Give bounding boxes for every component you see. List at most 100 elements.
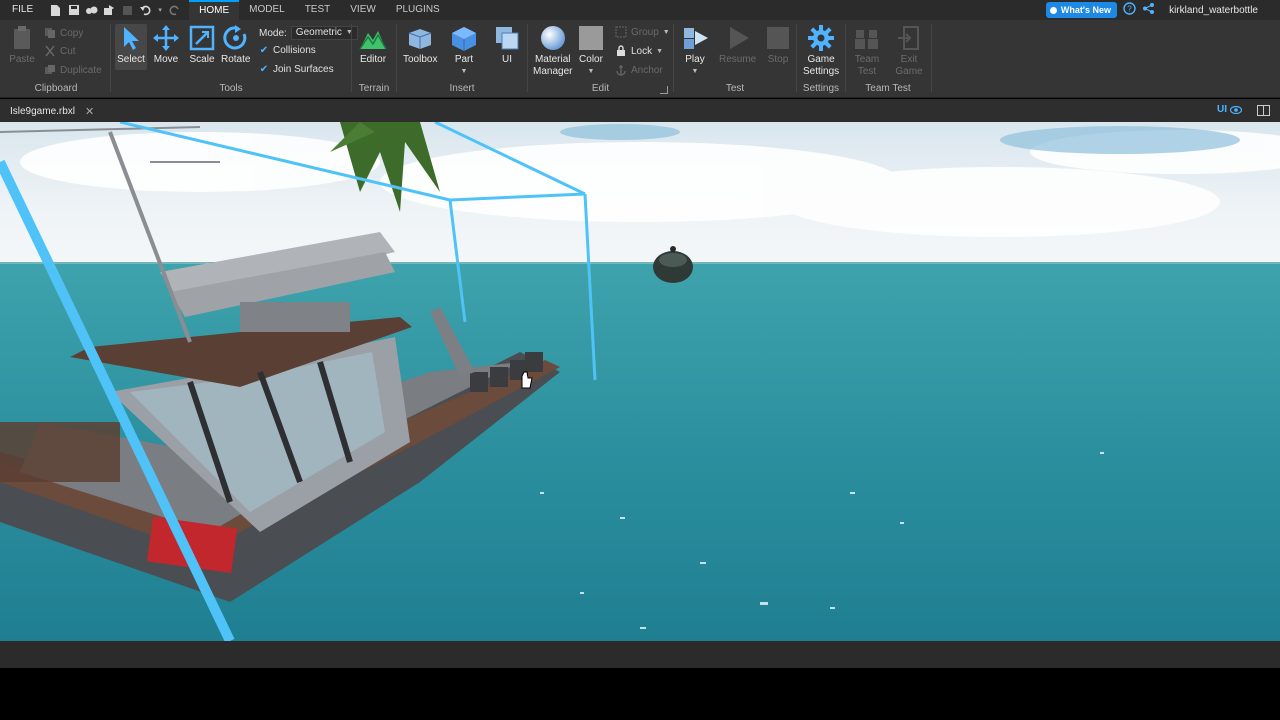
game-settings-button[interactable]: Game Settings [803,24,839,78]
color-button[interactable]: Color ▼ [577,24,605,78]
select-tool-button[interactable]: Select [115,24,147,70]
import-icon[interactable] [103,4,116,17]
new-file-icon[interactable] [49,4,62,17]
duplicate-button[interactable]: Duplicate [44,64,102,76]
ui-visibility-toggle[interactable]: UI [1217,104,1242,115]
lock-label: Lock [631,45,653,57]
lock-button[interactable]: Lock ▼ [615,45,663,57]
3d-viewport[interactable] [0,122,1280,641]
divider [110,24,111,92]
paste-icon [8,24,36,52]
exit-game-button[interactable]: Exit Game [895,24,923,78]
game-settings-label-2: Settings [803,66,840,77]
group-icon [615,26,627,38]
join-surfaces-toggle[interactable]: ✔ Join Surfaces [259,64,334,75]
part-cube-icon [450,24,478,52]
tools-group: Select Move Scale Rotate Mode: Geometric… [112,20,358,98]
mode-dropdown[interactable]: Geometric ▼ [290,26,358,40]
top-right-tools: What's New ? kirkland_waterbottle [1045,2,1280,18]
move-arrows-icon [152,24,180,52]
settings-group: Game Settings Settings [798,20,844,98]
terrain-editor-button[interactable]: Editor [359,24,387,66]
copy-icon [45,28,55,38]
game-settings-label-1: Game [807,54,835,65]
close-icon[interactable]: ✕ [85,103,94,119]
team-test-group: Team Test Exit Game Team Test [846,20,930,98]
undo-dropdown-icon[interactable]: ▾ [157,4,163,17]
tab-test[interactable]: TEST [295,0,341,20]
paste-button[interactable]: Paste [8,24,36,66]
material-manager-button[interactable]: Material Manager [533,24,572,78]
scene-render [0,122,1280,641]
terrain-group-label: Terrain [358,83,390,94]
tab-home[interactable]: HOME [189,0,240,20]
part-button[interactable]: Part ▼ [450,24,478,78]
part-label: Part [454,54,474,65]
help-icon[interactable]: ? [1123,2,1136,18]
duplicate-icon [45,65,55,74]
group-label-text: Group [631,26,659,38]
tab-plugins[interactable]: PLUGINS [386,0,450,20]
team-test-button[interactable]: Team Test [853,24,881,78]
redo-icon[interactable] [168,4,181,17]
terrain-mountain-icon [359,24,387,52]
collisions-label: Collisions [273,45,316,56]
undo-icon[interactable] [139,4,152,17]
play-label: Play [685,54,705,65]
resume-button[interactable]: Resume [719,24,756,66]
test-group-label: Test [725,83,745,94]
whats-new-button[interactable]: What's New [1045,2,1118,18]
cut-button[interactable]: Cut [44,45,76,57]
insert-group-label: Insert [449,83,475,94]
menu-bar: FILE ▾ HOME MODEL TEST VIEW PLUGINS What… [0,0,1280,20]
anchor-button[interactable]: Anchor [615,64,663,76]
material-manager-label-1: Material [534,54,571,65]
file-menu[interactable]: FILE [0,0,45,20]
team-test-label-1: Team [854,54,880,65]
join-surfaces-label: Join Surfaces [273,64,334,75]
ui-insert-button[interactable]: UI [493,24,521,66]
collisions-toggle[interactable]: ✔ Collisions [259,45,316,56]
eye-icon [1230,105,1242,114]
terrain-editor-label: Editor [359,54,387,65]
ribbon-tabs: HOME MODEL TEST VIEW PLUGINS [189,0,450,20]
copy-button[interactable]: Copy [44,27,83,39]
tab-view[interactable]: VIEW [340,0,386,20]
divider [527,24,528,92]
team-test-group-label: Team Test [865,83,911,94]
username-label[interactable]: kirkland_waterbottle [1169,5,1258,16]
exit-door-icon [895,24,923,52]
insert-group: Toolbox Part ▼ UI Insert [398,20,526,98]
play-button[interactable]: Play ▼ [681,24,709,78]
resume-label: Resume [719,54,757,65]
chevron-down-icon: ▼ [460,68,468,75]
exit-game-label-2: Game [895,66,923,77]
stop-button[interactable]: Stop [764,24,792,66]
cut-icon [45,45,55,57]
clipboard-group: Paste Copy Cut Duplicate Clipboard [4,20,108,98]
publish-icon[interactable] [85,4,98,17]
save-icon[interactable] [67,4,80,17]
share-icon[interactable] [1142,2,1155,18]
toolbox-button[interactable]: Toolbox [403,24,437,66]
test-group: Play ▼ Resume Stop Test [675,20,795,98]
document-tab[interactable]: Isle9game.rbxl ✕ [0,103,105,121]
cut-label: Cut [60,45,76,57]
mode-value: Geometric [295,27,342,38]
stop-square-icon [764,24,792,52]
scale-tool-button[interactable]: Scale [188,24,216,66]
move-tool-button[interactable]: Move [152,24,180,66]
rotate-tool-button[interactable]: Rotate [221,24,250,66]
tab-model[interactable]: MODEL [239,0,295,20]
settings-group-label: Settings [802,83,840,94]
window-layout-icon[interactable] [1257,105,1270,116]
stop-icon[interactable] [121,4,134,17]
rotate-label: Rotate [221,54,251,65]
chevron-down-icon: ▼ [662,28,670,36]
whats-new-label: What's New [1060,5,1112,15]
scale-icon [188,24,216,52]
team-people-icon [853,24,881,52]
letterbox-bar [0,668,1280,720]
mode-label: Mode: [259,27,287,39]
group-button[interactable]: Group ▼ [615,26,670,38]
